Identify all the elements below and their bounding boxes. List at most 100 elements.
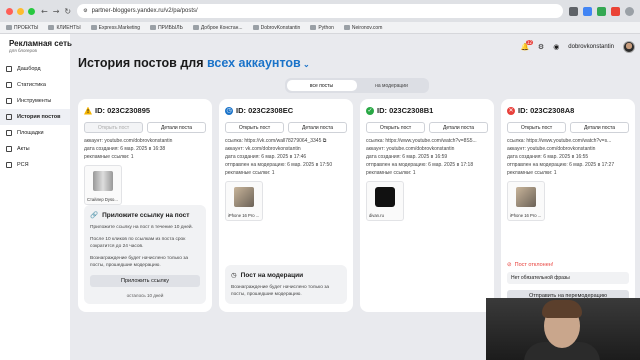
rejection-panel: ⊘ Пост отклонен! Нет обязательной фразы О…: [507, 262, 629, 302]
sidebar-item-tools[interactable]: Инструменты: [0, 93, 70, 109]
open-post-button[interactable]: Открыть пост: [507, 122, 566, 133]
post-id: ID: 023C230895: [95, 106, 151, 115]
post-link[interactable]: ссылка: https://vk.com/wall78279064_3345…: [225, 137, 347, 145]
sidebar-item-dashboard[interactable]: Дашборд: [0, 61, 70, 77]
bookmark-item[interactable]: Express.Marketing: [90, 25, 140, 31]
dashboard-icon: [6, 66, 12, 72]
post-sent-moderation: отправлен на модерацию: 6 мар. 2025 в 17…: [225, 162, 333, 168]
error-circle-icon: ⊘: [507, 262, 512, 268]
extension-icon[interactable]: [583, 6, 592, 16]
product-caption: iPhone 16 Pro ...: [510, 213, 542, 218]
panel-text: Приложите ссылку на пост в течение 10 дн…: [90, 225, 193, 230]
sidebar-item-rsya[interactable]: РСЯ: [0, 157, 70, 173]
window-controls: [6, 7, 35, 15]
divan-logo-icon: [375, 187, 395, 207]
post-card: ✓ ID: 023C2308B1 Открыть пост Детали пост…: [360, 99, 494, 312]
minimize-window-button[interactable]: [17, 7, 24, 15]
link-icon: 🔗: [90, 211, 99, 219]
chevron-down-icon[interactable]: ⌄: [301, 60, 310, 69]
posts-filter-tabs: все посты на модерации: [284, 78, 429, 93]
bookmark-item[interactable]: Neironov.com: [343, 25, 382, 31]
extension-icon[interactable]: [569, 6, 578, 16]
page-title: История постов для всех аккаунтов ⌄: [78, 56, 310, 70]
extension-icon[interactable]: [597, 6, 606, 16]
reload-icon[interactable]: ↻: [64, 7, 71, 16]
history-icon: [6, 114, 12, 120]
sidebar: Рекламная сеть для блогеров Дашборд Стат…: [0, 34, 72, 360]
bookmarks-bar: ПРОЕКТЫ КЛИЕНТЫ Express.Marketing ПРИБЫЛ…: [0, 22, 640, 34]
extensions-bar: [569, 6, 634, 16]
posts-grid: ! ID: 023C230895 Открыть пост Детали пост…: [78, 99, 635, 312]
post-account: аккаунт: youtube.com/dobrovkonstantin: [507, 146, 596, 152]
notifications-badge: 12: [525, 40, 533, 45]
notifications-bell-icon[interactable]: 🔔 12: [521, 40, 533, 51]
brand-logo-block[interactable]: Рекламная сеть для блогеров: [0, 40, 72, 61]
post-id: ID: 023C2308A8: [518, 106, 575, 115]
post-link[interactable]: ссылка: https://www.youtube.com/watch?v=…: [366, 137, 488, 145]
bookmark-item[interactable]: DobrovKonstantin: [252, 25, 300, 31]
open-post-button[interactable]: Открыть пост: [225, 122, 284, 133]
post-link[interactable]: ссылка: https://www.youtube.com/watch?v=…: [507, 137, 629, 145]
panel-text: После 10 кликов по ссылкам из поста срок…: [90, 237, 186, 249]
site-info-icon[interactable]: ⚙: [83, 8, 87, 14]
post-account: аккаунт: youtube.com/dobrovkonstantin: [84, 138, 173, 144]
post-id: ID: 023C2308EC: [236, 106, 294, 115]
webcam-overlay: [486, 298, 640, 360]
bookmark-item[interactable]: Python: [310, 25, 334, 31]
product-thumbnail[interactable]: divan.ru: [366, 181, 404, 221]
check-icon: ✓: [366, 106, 374, 115]
tools-icon: [6, 98, 12, 104]
user-icon[interactable]: ◉: [553, 43, 559, 51]
profile-icon[interactable]: [625, 6, 634, 16]
product-thumbnail[interactable]: iPhone 16 Pro ...: [507, 181, 545, 221]
browser-toolbar: ← → ↻ ⚙ partner-bloggers.yandex.ru/v2/pa…: [0, 0, 640, 22]
bookmark-item[interactable]: КЛИЕНТЫ: [48, 25, 81, 31]
attach-link-button[interactable]: Приложить ссылку: [90, 275, 200, 287]
product-thumbnail[interactable]: Стайлер Dyso...: [84, 165, 122, 205]
platforms-icon: [6, 130, 12, 136]
forward-icon[interactable]: →: [53, 7, 60, 16]
post-details-button[interactable]: Детали поста: [570, 122, 629, 133]
product-thumbnail[interactable]: iPhone 16 Pro ...: [225, 181, 263, 221]
post-card: ! ID: 023C230895 Открыть пост Детали пост…: [78, 99, 212, 312]
account-selector[interactable]: всех аккаунтов: [207, 56, 301, 70]
post-details-button[interactable]: Детали поста: [288, 122, 347, 133]
copy-icon[interactable]: ⧉: [323, 138, 327, 144]
address-bar[interactable]: ⚙ partner-bloggers.yandex.ru/v2/pa/posts…: [77, 4, 563, 18]
product-caption: Стайлер Dyso...: [87, 197, 118, 202]
sidebar-item-platforms[interactable]: Площадки: [0, 125, 70, 141]
bookmark-item[interactable]: Доброе Констан...: [192, 25, 243, 31]
post-sent-moderation: отправлен на модерацию: 6 мар. 2025 в 17…: [507, 162, 615, 168]
sidebar-item-statistics[interactable]: Статистика: [0, 77, 70, 93]
folder-icon: [90, 25, 97, 30]
maximize-window-button[interactable]: [28, 7, 35, 15]
panel-title: Приложите ссылку на пост: [102, 211, 190, 219]
panel-title: Пост на модерации: [240, 271, 304, 279]
topbar: 🔔 12 ⚙ ◉ dobrovkonstantin: [78, 40, 635, 54]
open-post-button[interactable]: Открыть пост: [366, 122, 425, 133]
open-post-button[interactable]: Открыть пост: [84, 122, 143, 133]
tab-all-posts[interactable]: все посты: [286, 80, 357, 91]
close-window-button[interactable]: [6, 7, 13, 15]
product-caption: divan.ru: [369, 213, 384, 218]
panel-text: Вознаграждение будет начислено только за…: [90, 256, 189, 268]
product-caption: iPhone 16 Pro ...: [228, 213, 260, 218]
post-ads-count: рекламные ссылки: 1: [225, 170, 275, 176]
bookmark-item[interactable]: ПРИБЫЛЬ: [150, 25, 183, 31]
folder-icon: [192, 25, 199, 30]
extension-icon[interactable]: [611, 6, 620, 16]
folder-icon: [343, 25, 350, 30]
username[interactable]: dobrovkonstantin: [568, 44, 614, 50]
gear-icon[interactable]: ⚙: [538, 43, 544, 51]
product-image: [234, 187, 254, 207]
tab-on-moderation[interactable]: на модерации: [357, 80, 427, 91]
sidebar-item-acts[interactable]: Акты: [0, 141, 70, 157]
bookmark-item[interactable]: ПРОЕКТЫ: [6, 25, 38, 31]
post-details-button[interactable]: Детали поста: [429, 122, 488, 133]
avatar[interactable]: [623, 41, 635, 53]
sidebar-item-post-history[interactable]: История постов: [0, 109, 70, 125]
page-header: История постов для всех аккаунтов ⌄: [78, 56, 635, 70]
post-created: дата создания: 6 мар. 2025 в 16:38: [84, 146, 166, 152]
post-details-button[interactable]: Детали поста: [147, 122, 206, 133]
back-icon[interactable]: ←: [41, 7, 48, 16]
